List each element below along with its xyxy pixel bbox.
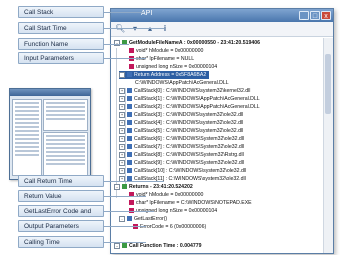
vertical-scrollbar[interactable] — [323, 38, 333, 253]
leader-line — [104, 44, 129, 45]
minimize-icon[interactable]: _ — [299, 11, 309, 20]
stack-icon — [127, 96, 132, 102]
error-icon — [127, 216, 132, 222]
tree-row[interactable]: char* lpFilename = C:\WINDOWS\NOTEPAD.EX… — [129, 199, 252, 207]
expand-node-icon[interactable]: + — [119, 151, 125, 158]
stack-icon — [127, 160, 132, 166]
stack-icon — [127, 112, 132, 118]
expand-node-icon[interactable]: + — [119, 159, 125, 166]
expand-node-icon[interactable]: + — [119, 167, 125, 174]
toolbar: 🔍︎ ▾ ▴ i — [111, 22, 333, 37]
expand-node-icon[interactable]: + — [119, 95, 125, 102]
app-thumbnail — [9, 88, 91, 180]
stack-icon — [127, 136, 132, 142]
stack-icon — [127, 88, 132, 94]
tree-row-callstack[interactable]: + CallStack[2] : C:\WINDOWS\AppPatch\AcGe… — [119, 103, 260, 111]
thumbnail-bottom-pane — [43, 132, 88, 176]
leader-line — [104, 58, 146, 59]
callout-function-name: Function Name — [18, 38, 104, 50]
callout-input-parameters: Input Parameters — [18, 52, 104, 64]
tree-row-callstack[interactable]: + CallStack[5] : C:\WINDOWS\system32\ole3… — [119, 127, 243, 135]
window-titlebar: API _ □ x — [111, 9, 333, 22]
collapse-node-icon[interactable]: - — [119, 215, 125, 222]
tree-row[interactable]: void* hModule = 0x00000000 — [129, 47, 203, 55]
expand-node-icon[interactable]: + — [119, 135, 125, 142]
tree-row-callstack[interactable]: + CallStack[8] : C:\WINDOWS\System32\Rstr… — [119, 151, 244, 159]
clock-icon — [122, 243, 127, 249]
return-address-icon — [127, 72, 132, 78]
tree-calling-time[interactable]: - Call Function Time : 0.004779 — [114, 242, 202, 250]
expand-node-icon[interactable]: + — [119, 111, 125, 118]
expand-node-icon[interactable]: + — [119, 87, 125, 94]
callout-call-return-time: Call Return Time — [18, 175, 104, 187]
tree-row-callstack[interactable]: + CallStack[0] : C:\WINDOWS\system32\kern… — [119, 87, 250, 95]
stack-icon — [127, 128, 132, 134]
tree-row-callstack[interactable]: + CallStack[3] : C:\WINDOWS\system32\ole3… — [119, 111, 243, 119]
tree-row[interactable]: C:\WINDOWS\AppPatch\AcGeneral.DLL — [135, 79, 229, 87]
tree-row[interactable]: ErrorCode = 6 (0x00000006) — [133, 223, 206, 231]
callout-calling-time: Calling Time — [18, 236, 104, 248]
stack-icon — [127, 152, 132, 158]
stack-icon — [127, 168, 132, 174]
collapse-node-icon[interactable]: - — [114, 242, 120, 249]
callout-call-start-time: Call Start Time — [18, 22, 104, 34]
stack-icon — [127, 120, 132, 126]
collapse-node-icon[interactable]: - — [114, 183, 120, 190]
tree-row-selected[interactable]: - Return Address = 0x5F8A6BA2 — [119, 71, 210, 79]
thumbnail-left-pane — [12, 99, 42, 176]
close-button[interactable]: x — [321, 11, 331, 20]
tree-row-callstack[interactable]: + CallStack[9] : C:\WINDOWS\System32\ole3… — [119, 159, 244, 167]
tree-row-callstack[interactable]: + CallStack[6] : C:\WINDOWS\System32\ole3… — [119, 135, 244, 143]
tree-row[interactable]: unsigned long nSize = 0x00000104 — [129, 63, 217, 71]
collapse-icon[interactable]: ▴ — [145, 24, 155, 34]
expand-node-icon[interactable]: + — [119, 127, 125, 134]
call-tree[interactable]: - GetModuleFileNameA : 0x00000550 - 23:41… — [111, 38, 323, 253]
tree-row[interactable]: void* hModule = 0x00000000 — [129, 191, 203, 199]
tree-row-getlasterror[interactable]: - GetLastError() — [119, 215, 167, 223]
tree-row-callstack[interactable]: + CallStack[1] : C:\WINDOWS\AppPatch\AcGe… — [119, 95, 260, 103]
leader-line — [104, 211, 154, 212]
tree-row-callstack[interactable]: + CallStack[7] : C:\WINDOWS\System32\ole3… — [119, 143, 244, 151]
collapse-node-icon[interactable]: - — [119, 71, 125, 78]
param-icon — [129, 48, 134, 54]
thumbnail-titlebar — [10, 89, 90, 96]
leader-line — [104, 28, 164, 29]
param-icon — [129, 64, 134, 70]
scrollbar-thumb[interactable] — [325, 54, 331, 114]
leader-line — [104, 242, 146, 243]
callout-output-parameters: Output Parameters — [18, 220, 104, 232]
callout-getlasterror: GetLastError Code and Info — [18, 205, 104, 227]
tree-returns-node[interactable]: - Returns - 23:41:20.524202 — [114, 183, 193, 191]
tree-row-callstack[interactable]: + CallStack[10] : C:\WINDOWS\system32\ole… — [119, 167, 246, 175]
callout-call-stack: Call Stack — [18, 6, 104, 18]
tree-header-function[interactable]: - GetModuleFileNameA : 0x00000550 - 23:41… — [114, 39, 260, 47]
expand-icon[interactable]: ▾ — [130, 24, 140, 34]
leader-line — [104, 12, 144, 13]
stack-icon — [127, 144, 132, 150]
expand-node-icon[interactable]: + — [119, 103, 125, 110]
thumbnail-top-pane — [43, 99, 88, 131]
leader-line — [104, 196, 146, 197]
leader-line — [104, 226, 146, 227]
tree-row[interactable]: char* lpFilename = NULL — [129, 55, 194, 63]
expand-node-icon[interactable]: + — [119, 143, 125, 150]
search-icon[interactable]: 🔍︎ — [115, 24, 125, 34]
leader-line — [104, 181, 164, 182]
api-trace-window: API _ □ x 🔍︎ ▾ ▴ i -GetModuleFileNameA :… — [110, 8, 334, 254]
maximize-icon[interactable]: □ — [310, 11, 320, 20]
callout-return-value: Return Value — [18, 190, 104, 202]
expand-node-icon[interactable]: + — [119, 119, 125, 126]
returns-icon — [122, 184, 127, 190]
stack-icon — [127, 104, 132, 110]
param-icon — [129, 200, 134, 206]
info-icon[interactable]: i — [160, 24, 170, 34]
tree-row-callstack[interactable]: + CallStack[4] : C:\WINDOWS\system32\ole3… — [119, 119, 243, 127]
